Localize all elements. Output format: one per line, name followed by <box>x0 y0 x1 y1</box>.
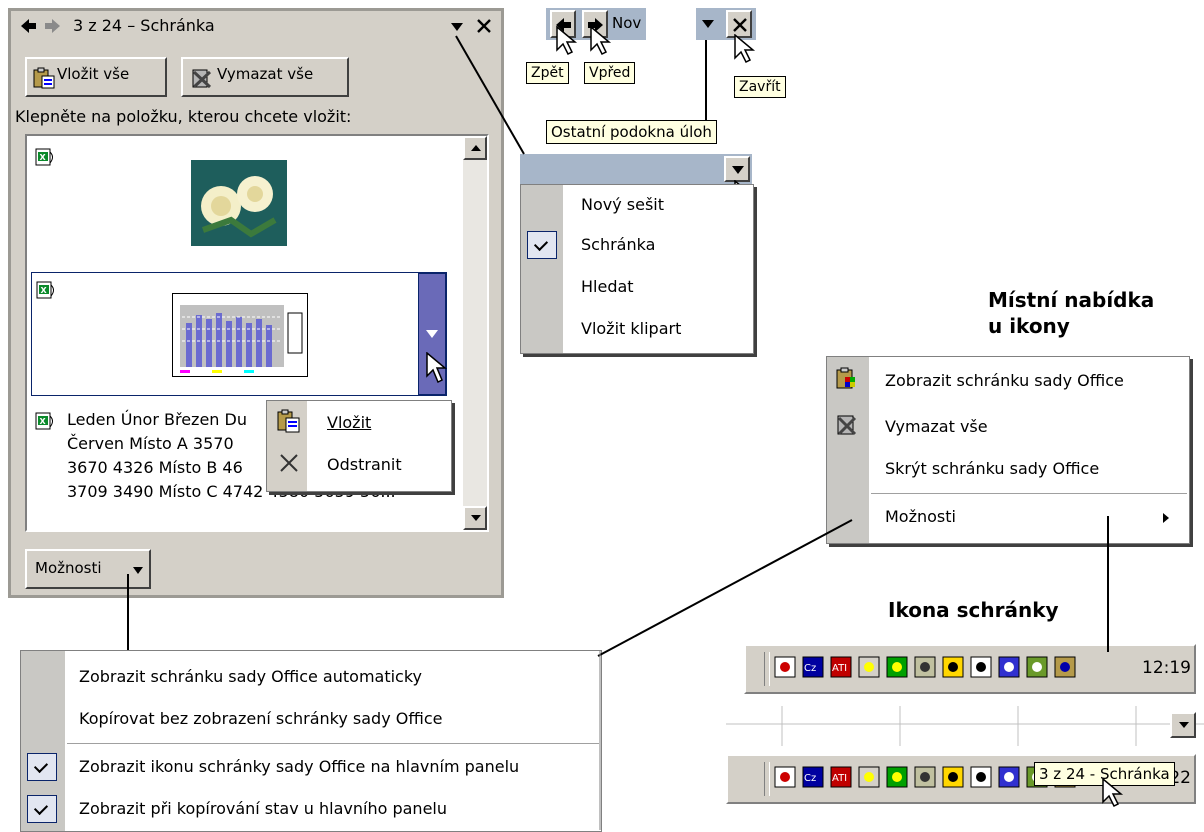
callout-lines <box>127 35 1109 830</box>
